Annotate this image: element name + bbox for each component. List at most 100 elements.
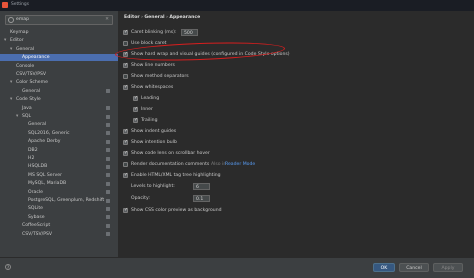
breadcrumb-appearance: Appearance <box>169 15 201 20</box>
tree-item-label: Sybase <box>28 214 45 220</box>
show-code-lens-checkbox[interactable] <box>123 150 128 157</box>
opacity-label: Opacity: <box>131 196 150 201</box>
trailing-checkbox[interactable] <box>133 117 138 124</box>
caret-blinking-input[interactable]: 500 <box>181 29 198 36</box>
tree-item-label: Keymap <box>10 30 29 35</box>
tree-item-label: CoffeeScript <box>22 223 51 229</box>
tree-item-label: SQL <box>22 114 32 119</box>
settings-search-field[interactable]: emap ✕ <box>5 15 113 25</box>
help-button[interactable]: ? <box>5 264 11 270</box>
tree-item-general[interactable]: General <box>16 88 40 95</box>
tree-item-editor[interactable]: Editor <box>4 37 24 44</box>
tree-item-general[interactable]: General <box>10 46 34 53</box>
project-scope-icon <box>106 198 110 203</box>
tree-item-label: MS SQL Server <box>28 172 62 178</box>
tree-item-sql2016-generic[interactable]: SQL2016, Generic <box>22 130 70 137</box>
tree-item-java[interactable]: Java <box>16 105 32 112</box>
project-scope-icon <box>106 131 110 136</box>
tree-item-keymap[interactable]: Keymap <box>4 29 29 36</box>
tree-item-label: MySQL, MariaDB <box>28 181 67 187</box>
tree-item-csv-tsv-psv[interactable]: CSV/TSV/PSV <box>16 231 52 238</box>
opacity-input[interactable]: 0.1 <box>193 195 210 202</box>
tree-item-label: HSQLDB <box>28 164 48 170</box>
inner-checkbox[interactable] <box>133 106 138 113</box>
project-scope-icon <box>106 148 110 153</box>
use-block-caret-checkbox[interactable] <box>123 41 128 46</box>
show-indent-guides-checkbox[interactable] <box>123 128 128 135</box>
tree-item-coffeescript[interactable]: CoffeeScript <box>16 222 50 229</box>
tree-item-label: Color Scheme <box>16 80 48 86</box>
tree-item-h2[interactable]: H2 <box>22 155 34 162</box>
leading-label: Leading <box>141 96 160 101</box>
project-scope-icon <box>106 206 110 211</box>
tree-item-label: General <box>16 46 35 52</box>
trailing-label: Trailing <box>141 118 158 123</box>
tree-item-apache-derby[interactable]: Apache Derby <box>22 138 60 145</box>
tree-item-label: Java <box>22 105 32 111</box>
tree-item-code-style[interactable]: Code Style <box>10 96 41 103</box>
app-icon <box>2 2 8 8</box>
tree-item-label: Apache Derby <box>28 139 61 145</box>
project-scope-icon <box>106 232 110 237</box>
show-css-preview-checkbox[interactable] <box>123 207 128 214</box>
breadcrumb-editor[interactable]: Editor <box>124 15 140 20</box>
caret-blinking-label: Caret blinking (ms): <box>131 30 177 35</box>
tree-item-sybase[interactable]: Sybase <box>22 214 45 221</box>
tree-item-label: General <box>28 122 47 128</box>
opacity-row: Opacity: 0.1 <box>131 195 210 202</box>
project-scope-icon <box>106 89 110 94</box>
project-scope-icon <box>106 223 110 228</box>
breadcrumb: Editor › General › Appearance <box>124 15 200 20</box>
tree-item-sql[interactable]: SQL <box>16 113 31 120</box>
reader-mode-link[interactable]: Reader Mode <box>225 161 255 168</box>
enable-html-xml-checkbox[interactable] <box>123 172 128 179</box>
show-indent-guides-label: Show indent guides <box>131 129 177 134</box>
settings-sidebar: emap ✕ Keymap Editor General Appearance Cons… <box>0 11 119 257</box>
search-input[interactable]: emap <box>16 17 29 22</box>
tree-item-general[interactable]: General <box>22 121 46 128</box>
show-whitespaces-label: Show whitespaces <box>131 85 174 90</box>
tree-item-ms-sql-server[interactable]: MS SQL Server <box>22 172 62 179</box>
tree-item-hsqldb[interactable]: HSQLDB <box>22 163 47 170</box>
caret-blinking-checkbox[interactable] <box>123 29 128 36</box>
tree-item-mysql-mariadb[interactable]: MySQL, MariaDB <box>22 180 66 187</box>
breadcrumb-separator: › <box>141 15 143 20</box>
show-intention-bulb-checkbox[interactable] <box>123 139 128 146</box>
tree-item-label: SQL2016, Generic <box>28 130 70 136</box>
tree-item-console[interactable]: Console <box>10 63 34 70</box>
show-css-preview-label: Show CSS color preview as background <box>131 208 222 213</box>
levels-label: Levels to highlight: <box>131 184 175 189</box>
clear-search-icon[interactable]: ✕ <box>105 17 109 22</box>
tree-item-label: Code Style <box>16 97 41 103</box>
show-whitespaces-checkbox[interactable] <box>123 84 128 91</box>
tree-item-csv-tsv-psv[interactable]: CSV/TSV/PSV <box>10 71 46 78</box>
levels-input[interactable]: 6 <box>193 183 210 190</box>
project-scope-icon <box>106 215 110 220</box>
apply-button[interactable]: Apply <box>433 263 463 272</box>
tree-item-label: CSV/TSV/PSV <box>22 231 53 237</box>
show-line-numbers-checkbox[interactable] <box>123 62 128 69</box>
show-line-numbers-label: Show line numbers <box>131 63 175 68</box>
tree-item-label: Appearance <box>22 55 50 61</box>
tree-item-color-scheme[interactable]: Color Scheme <box>10 79 48 86</box>
cancel-button[interactable]: Cancel <box>399 263 429 272</box>
show-method-separators-checkbox[interactable] <box>123 74 128 79</box>
ok-button[interactable]: OK <box>373 263 395 272</box>
tree-item-postgresql-greenplum-redshift[interactable]: PostgreSQL, Greenplum, Redshift <box>22 197 104 204</box>
tree-item-label: General <box>22 88 41 94</box>
tree-item-label: H2 <box>28 156 35 161</box>
breadcrumb-separator: › <box>166 15 168 20</box>
project-scope-icon <box>106 173 110 178</box>
tree-item-appearance[interactable]: Appearance <box>0 54 118 62</box>
breadcrumb-general[interactable]: General <box>144 15 164 20</box>
leading-checkbox[interactable] <box>133 95 138 102</box>
project-scope-icon <box>106 114 110 119</box>
tree-item-oracle[interactable]: Oracle <box>22 189 43 196</box>
tree-item-db2[interactable]: DB2 <box>22 147 38 154</box>
render-docs-checkbox[interactable] <box>123 162 128 167</box>
tree-item-label: Oracle <box>28 189 43 195</box>
project-scope-icon <box>106 164 110 169</box>
tree-item-sqlite[interactable]: SQLite <box>22 205 43 212</box>
window-title: Settings <box>11 2 30 7</box>
tree-item-label: CSV/TSV/PSV <box>16 72 47 77</box>
